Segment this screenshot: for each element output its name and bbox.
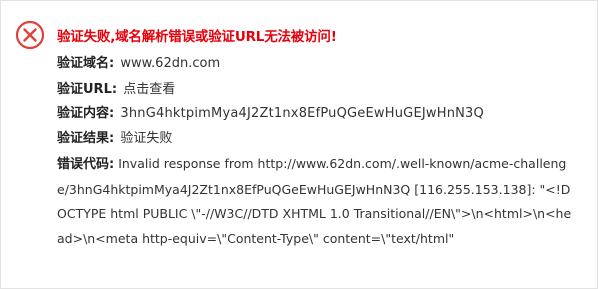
view-url-link[interactable]: 点击查看: [123, 82, 175, 97]
result-value: 验证失败: [120, 131, 173, 146]
result-row: 验证结果: 验证失败: [57, 127, 172, 146]
result-label: 验证结果:: [57, 131, 115, 146]
content-value: 3hnG4hktpimMya4J2Zt1nx8EfPuQGeEwHuGEJwHn…: [120, 106, 484, 121]
domain-value: www.62dn.com: [120, 56, 221, 71]
content-label: 验证内容:: [57, 106, 115, 121]
domain-label: 验证域名:: [57, 56, 115, 71]
domain-row: 验证域名: www.62dn.com: [57, 52, 220, 71]
error-code-label: 错误代码:: [57, 157, 115, 172]
url-row: 验证URL: 点击查看: [57, 78, 175, 97]
error-title: 验证失败,域名解析错误或验证URL无法被访问!: [57, 29, 337, 45]
error-code-value: Invalid response from http://www.62dn.co…: [57, 156, 572, 246]
verification-error-panel: 验证失败,域名解析错误或验证URL无法被访问! 验证域名: www.62dn.c…: [0, 0, 598, 289]
error-code-row: 错误代码: Invalid response from http://www.62…: [57, 152, 577, 251]
content-row: 验证内容: 3hnG4hktpimMya4J2Zt1nx8EfPuQGeEwHu…: [57, 102, 484, 121]
url-label: 验证URL:: [57, 82, 118, 97]
error-circle-x-icon: [15, 20, 45, 50]
